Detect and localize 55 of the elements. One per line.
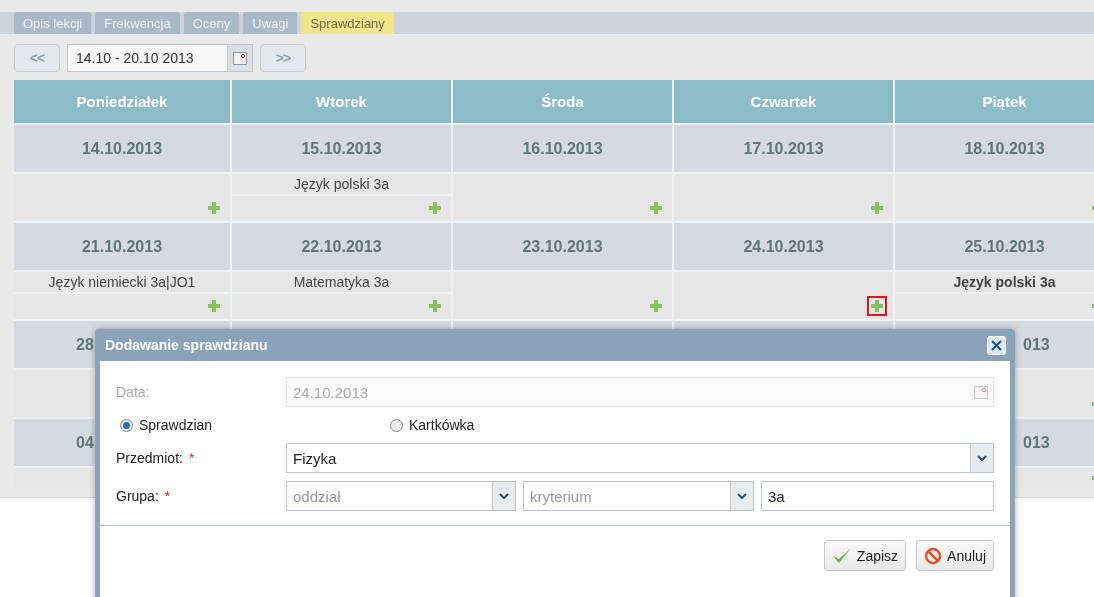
date-cell: 18.10.2013 xyxy=(895,125,1094,172)
previous-week-button[interactable]: << xyxy=(14,44,60,72)
date-cell: 16.10.2013 xyxy=(453,125,672,172)
date-range-field[interactable]: 14.10 - 20.10 2013 xyxy=(67,44,253,72)
date-cell: 15.10.2013 xyxy=(232,125,451,172)
close-icon xyxy=(991,339,1002,351)
date-cell: 23.10.2013 xyxy=(453,223,672,270)
required-mark: * xyxy=(164,488,171,504)
subject-dropdown[interactable]: Fizyka xyxy=(286,443,994,473)
date-cell: 24.10.2013 xyxy=(674,223,893,270)
calendar-icon[interactable] xyxy=(233,51,247,65)
add-button[interactable] xyxy=(867,296,887,316)
caret-icon xyxy=(977,455,987,461)
plus-icon xyxy=(429,202,441,214)
group-dropdown[interactable]: oddział xyxy=(286,481,516,511)
lesson-entry[interactable]: Język polski 3a xyxy=(895,272,1094,294)
required-mark: * xyxy=(188,450,195,466)
plus-icon xyxy=(208,202,220,214)
plus-icon xyxy=(208,300,220,312)
date-cell: 14.10.2013 xyxy=(14,125,230,172)
field-label: Grupa: xyxy=(116,488,159,504)
group-input[interactable]: 3a xyxy=(761,481,994,511)
date-cell: 17.10.2013 xyxy=(674,125,893,172)
cancel-button[interactable]: Anuluj xyxy=(916,540,994,571)
day-header: Poniedziałek xyxy=(14,80,230,123)
tab[interactable]: Sprawdziany xyxy=(301,12,394,34)
plus-icon xyxy=(429,300,441,312)
save-button[interactable]: Zapisz xyxy=(823,540,907,571)
lesson-entry[interactable]: Matematyka 3a xyxy=(232,272,451,294)
day-header: Piątek xyxy=(895,80,1094,123)
lesson-entry[interactable]: Język polski 3a xyxy=(232,174,451,196)
day-header: Środa xyxy=(453,80,672,123)
caret-icon xyxy=(499,493,509,499)
radio-label: Kartkówka xyxy=(409,417,475,433)
group-dropdown[interactable]: kryterium xyxy=(523,481,754,511)
date-cell: 21.10.2013 xyxy=(14,223,230,270)
field-label: Przedmiot: xyxy=(116,450,183,466)
close-button[interactable] xyxy=(987,335,1006,355)
radio-label: Sprawdzian xyxy=(139,417,213,433)
day-header: Czwartek xyxy=(674,80,893,123)
caret-icon xyxy=(737,493,747,499)
date-cell: 22.10.2013 xyxy=(232,223,451,270)
lesson-entry[interactable]: Język niemiecki 3a|JO1 xyxy=(14,272,230,294)
prohibited-icon xyxy=(924,546,943,565)
next-week-button[interactable]: >> xyxy=(260,44,306,72)
radio-button[interactable] xyxy=(120,418,133,432)
plus-icon xyxy=(871,202,883,214)
date-cell: 25.10.2013 xyxy=(895,223,1094,270)
plus-icon xyxy=(871,300,883,312)
plus-icon xyxy=(650,202,662,214)
check-icon xyxy=(831,546,852,565)
radio-button[interactable] xyxy=(390,418,403,432)
field-label: Data: xyxy=(116,384,151,400)
plus-icon xyxy=(650,300,662,312)
day-header: Wtorek xyxy=(232,80,451,123)
